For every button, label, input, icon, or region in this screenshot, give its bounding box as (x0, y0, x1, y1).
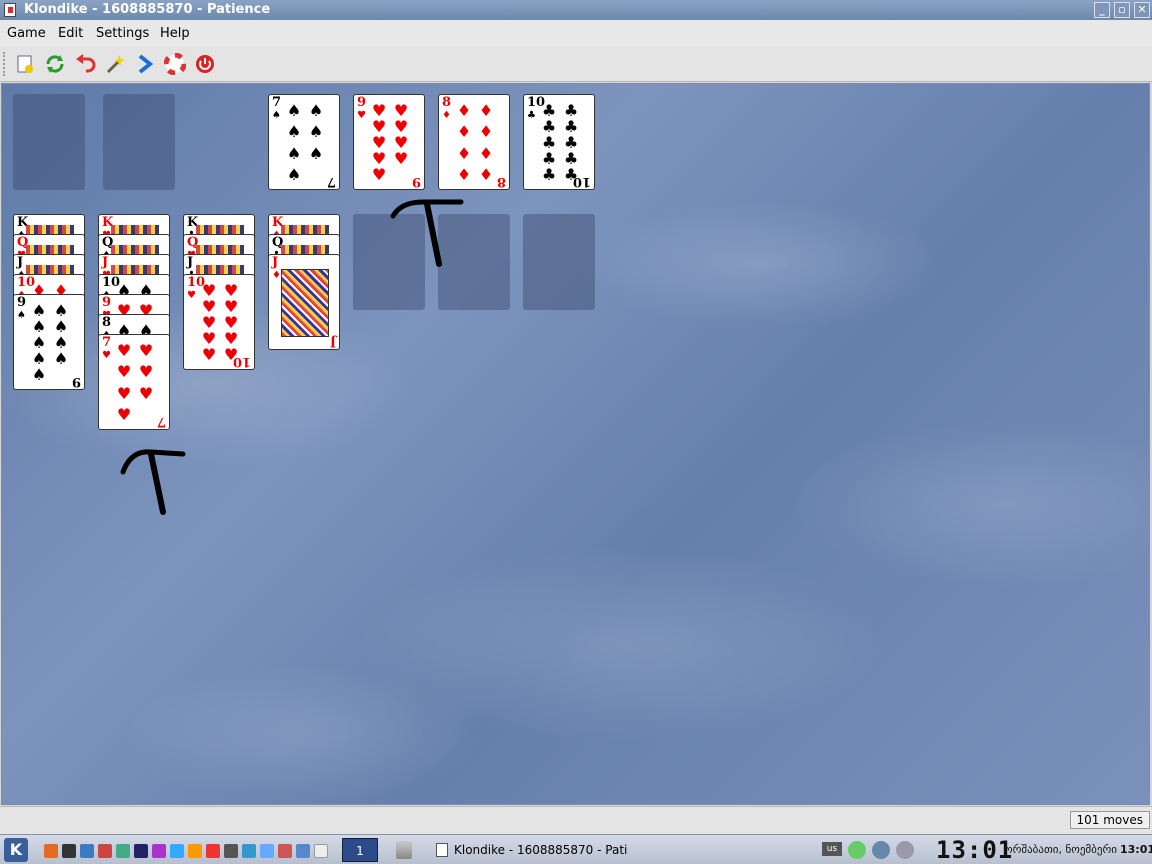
new-game-icon[interactable] (14, 53, 36, 75)
menu-help[interactable]: Help (160, 26, 190, 41)
card-index-bottom: 9 (411, 174, 421, 189)
taskbar-window-button[interactable]: Klondike - 1608885870 - Pati (432, 838, 632, 862)
menu-game[interactable]: Game (7, 26, 46, 41)
tableau-empty-slot[interactable] (523, 214, 595, 310)
minimize-button[interactable]: _ (1094, 2, 1110, 18)
card-pips: ♥ ♥ ♥ ♥ ♥ ♥ ♥ ♥ ♥ ♥ (201, 281, 239, 364)
foundation-card[interactable]: 8 ♦ ♦ ♦ ♦ ♦ ♦ ♦ ♦ ♦ 8 (438, 94, 510, 190)
drop-icon[interactable] (134, 53, 156, 75)
scribble-mark (390, 199, 464, 267)
app-icon-14[interactable] (278, 844, 292, 858)
card-pips: ♥ ♥ ♥ ♥ ♥ ♥ ♥ (116, 341, 154, 424)
foundation-card[interactable]: 7 ♠ ♠ ♠ ♠ ♠ ♠ ♠ ♠ 7 (268, 94, 340, 190)
card-index-bottom: J (329, 334, 336, 349)
face-card-art (281, 269, 329, 337)
card-pips: ♣ ♣ ♣ ♣ ♣ ♣ ♣ ♣ ♣ ♣ (541, 101, 579, 184)
app-icon-16[interactable] (314, 844, 328, 858)
moves-counter: 101 moves (1069, 811, 1150, 829)
app-icon-6[interactable] (134, 844, 148, 858)
card-index-bottom: 7 (326, 174, 336, 189)
app-icon-9[interactable] (188, 844, 202, 858)
network-icon[interactable] (848, 841, 866, 859)
card-index: 8 ♦ (442, 95, 452, 121)
foundation-card[interactable]: 10 ♣ ♣ ♣ ♣ ♣ ♣ ♣ ♣ ♣ ♣ ♣ 10 (523, 94, 595, 190)
taskbar: K 1 Klondike - 1608885870 - Pati us 13:0… (0, 834, 1152, 864)
card-index: 7 ♠ (272, 95, 282, 121)
keyboard-layout[interactable]: us (822, 842, 842, 856)
title-bar: Klondike - 1608885870 - Patience _ ▫ ✕ (0, 0, 1152, 20)
quit-icon[interactable] (194, 53, 216, 75)
window-title: Klondike - 1608885870 - Patience (24, 2, 271, 17)
restart-icon[interactable] (44, 53, 66, 75)
card-index-bottom: 7 (156, 414, 166, 429)
toolbar-grip[interactable] (3, 52, 7, 76)
volume-icon[interactable] (896, 841, 914, 859)
menu-bar: Game Edit Settings Help (0, 20, 1152, 46)
trash-icon[interactable] (396, 841, 412, 859)
date-text: ორშაბათი, ნოემბერი (1004, 843, 1117, 856)
toolbar (0, 46, 1152, 82)
card-index: 9 ♠ (17, 295, 27, 321)
tableau-card[interactable]: 10 ♥ ♥ ♥ ♥ ♥ ♥ ♥ ♥ ♥ ♥ ♥ 10 (183, 274, 255, 370)
card-pips: ♠ ♠ ♠ ♠ ♠ ♠ ♠ ♠ ♠ (31, 301, 69, 384)
app-icon-7[interactable] (152, 844, 166, 858)
maximize-button[interactable]: ▫ (1114, 2, 1130, 18)
card-index-bottom: 8 (496, 174, 506, 189)
spreadsheet-icon[interactable] (116, 844, 130, 858)
help-icon[interactable] (164, 53, 186, 75)
browser-icon[interactable] (44, 844, 58, 858)
game-board[interactable]: 7 ♠ ♠ ♠ ♠ ♠ ♠ ♠ ♠ 7 9 ♥ ♥ ♥ ♥ ♥ ♥ ♥ ♥ ♥ ♥ 9 8 ♦ ♦ ♦ ♦ ♦ ♦ ♦ ♦ ♦ 8 10 ♣ ♣ ♣ ♣ ♣… (1, 83, 1150, 805)
card-pips: ♥♥♥♥♥♥♥♥♥ (371, 101, 409, 184)
close-button[interactable]: ✕ (1134, 2, 1150, 18)
status-bar: 101 moves (0, 806, 1152, 834)
time-text: 13:01 (1120, 843, 1152, 856)
skype-icon[interactable] (170, 844, 184, 858)
app-icon-12[interactable] (242, 844, 256, 858)
desktop-pager[interactable]: 1 (342, 838, 378, 862)
card-pips: ♠ ♠ ♠ ♠ ♠ ♠ ♠ (286, 101, 324, 184)
window-icon (436, 843, 448, 857)
taskbar-window-title: Klondike - 1608885870 - Pati (454, 843, 628, 857)
app-icon-15[interactable] (296, 844, 310, 858)
tableau-card[interactable]: 7 ♥ ♥ ♥ ♥ ♥ ♥ ♥ ♥ 7 (98, 334, 170, 430)
card-index-bottom: 10 (572, 174, 591, 189)
card-pips: ♦ ♦ ♦ ♦ ♦ ♦ ♦ ♦ (456, 101, 494, 184)
app-icon-10[interactable] (206, 844, 220, 858)
menu-settings[interactable]: Settings (96, 26, 149, 41)
mail-icon[interactable] (98, 844, 112, 858)
scribble-mark (120, 449, 186, 515)
menu-edit[interactable]: Edit (58, 26, 83, 41)
k-menu-icon[interactable]: K (4, 838, 28, 862)
terminal-icon[interactable] (62, 844, 76, 858)
card-index-bottom: 10 (232, 354, 251, 369)
undo-icon[interactable] (74, 53, 96, 75)
card-index: J ♦ (272, 255, 281, 281)
clock-display[interactable]: 13:01 (936, 837, 1013, 863)
foundation-card[interactable]: 9 ♥ ♥ ♥ ♥ ♥ ♥ ♥ ♥ ♥ ♥ 9 (353, 94, 425, 190)
card-index: 7 ♥ (102, 335, 112, 361)
waste-pile[interactable] (103, 94, 175, 190)
files-icon[interactable] (80, 844, 94, 858)
app-icon-11[interactable] (224, 844, 238, 858)
app-icon[interactable] (4, 3, 16, 17)
card-index: 9♥ (357, 95, 367, 121)
tableau-card[interactable]: J ♦ J (268, 254, 340, 350)
update-icon[interactable] (872, 841, 890, 859)
app-icon-13[interactable] (260, 844, 274, 858)
card-index-bottom: 9 (71, 374, 81, 389)
tableau-card[interactable]: 9 ♠ ♠ ♠ ♠ ♠ ♠ ♠ ♠ ♠ ♠ 9 (13, 294, 85, 390)
stock-pile[interactable] (13, 94, 85, 190)
hint-icon[interactable] (104, 53, 126, 75)
